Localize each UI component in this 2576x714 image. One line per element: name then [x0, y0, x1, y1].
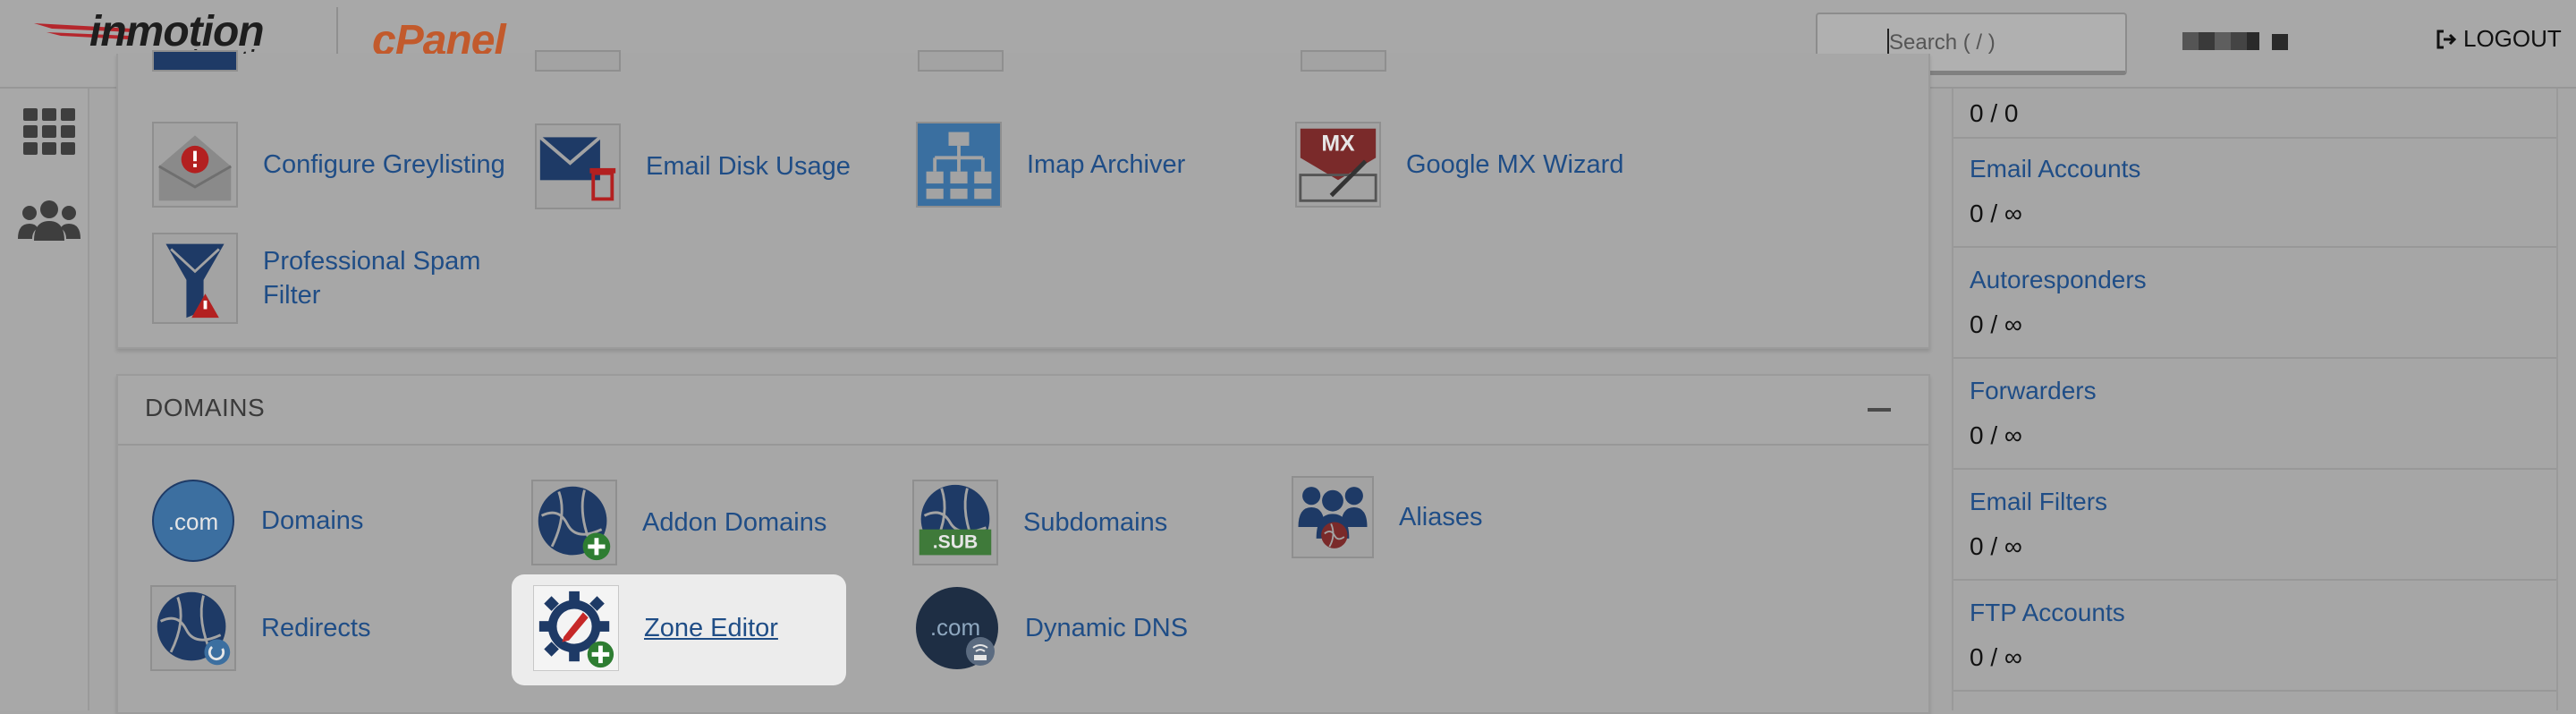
redirects-link[interactable]: Redirects — [150, 585, 371, 671]
collapse-icon[interactable] — [1868, 408, 1891, 412]
item-label: Professional Spam Filter — [263, 247, 481, 310]
dynamic-dns-icon: .com — [916, 587, 998, 669]
subdomains-link[interactable]: .SUB Subdomains — [912, 480, 1167, 565]
email-section-panel: Configure Greylisting Email Disk Usage I… — [116, 50, 1930, 349]
stat-value: 0 / ∞ — [1970, 421, 2022, 449]
imap-archiver-icon — [916, 122, 1002, 208]
cutoff-icon — [152, 50, 238, 72]
item-label: Configure Greylisting — [263, 150, 505, 179]
greylisting-icon — [152, 122, 238, 208]
cutoff-icon — [535, 50, 621, 72]
stat-name-link[interactable]: Autoresponders — [1970, 266, 2147, 294]
grid-apps-icon[interactable] — [23, 108, 75, 155]
cutoff-icon — [1301, 50, 1386, 72]
item-label: Dynamic DNS — [1025, 614, 1189, 642]
dynamic-dns-icon-text: .com — [930, 614, 980, 641]
stat-forwarders: Forwarders 0 / ∞ — [1953, 359, 2556, 470]
redirects-icon — [150, 585, 236, 671]
users-icon[interactable] — [18, 198, 80, 242]
stat-ftp-accounts: FTP Accounts 0 / ∞ — [1953, 581, 2556, 692]
google-mx-wizard-link[interactable]: MX Google MX Wizard — [1295, 122, 1623, 208]
stat-name-link[interactable]: Forwarders — [1970, 377, 2097, 405]
item-label: Google MX Wizard — [1406, 150, 1624, 179]
stat-value: 0 / ∞ — [1970, 643, 2022, 671]
stat-top-cutoff: 0 / 0 — [1953, 40, 2556, 139]
item-label: Email Disk Usage — [646, 152, 851, 181]
spam-filter-icon — [152, 233, 238, 324]
item-label: Redirects — [261, 614, 371, 642]
google-mx-wizard-icon: MX — [1295, 122, 1381, 208]
subdomains-icon: .SUB — [912, 480, 998, 565]
aliases-link[interactable]: Aliases — [1292, 476, 1483, 558]
item-label: Aliases — [1399, 503, 1483, 531]
item-label: Addon Domains — [642, 508, 827, 537]
imap-archiver-link[interactable]: Imap Archiver — [916, 122, 1185, 208]
stat-value: 0 / ∞ — [1970, 310, 2022, 338]
item-label: Domains — [261, 506, 364, 535]
item-label: Subdomains — [1023, 508, 1168, 537]
domains-section-header[interactable]: DOMAINS — [118, 376, 1928, 446]
stat-name-link[interactable]: Email Accounts — [1970, 155, 2140, 183]
section-title: DOMAINS — [145, 394, 266, 421]
mx-icon-text: MX — [1321, 132, 1355, 157]
stat-autoresponders: Autoresponders 0 / ∞ — [1953, 248, 2556, 359]
email-disk-usage-icon — [535, 123, 621, 209]
aliases-icon — [1292, 476, 1374, 558]
email-disk-usage-link[interactable]: Email Disk Usage — [535, 123, 851, 209]
stat-value: 0 / ∞ — [1970, 200, 2022, 227]
zone-editor-icon — [533, 585, 619, 671]
addon-domains-link[interactable]: Addon Domains — [531, 480, 826, 565]
statistics-column: 0 / 0 Email Accounts 0 / ∞ Autoresponder… — [1952, 89, 2558, 710]
stat-email-accounts: Email Accounts 0 / ∞ — [1953, 137, 2556, 248]
addon-domains-icon — [531, 480, 617, 565]
item-label: Zone Editor — [644, 614, 778, 642]
zone-editor-link[interactable]: Zone Editor — [533, 585, 778, 671]
left-nav-rail — [0, 89, 89, 710]
stat-value: 0 / 0 — [1970, 99, 2019, 127]
item-label: Imap Archiver — [1027, 150, 1186, 179]
domains-link[interactable]: .com Domains — [150, 478, 363, 564]
configure-greylisting-link[interactable]: Configure Greylisting — [152, 122, 505, 208]
subdomains-icon-text: .SUB — [933, 532, 978, 553]
domains-icon-text: .com — [168, 508, 218, 535]
cutoff-icon — [918, 50, 1004, 72]
dynamic-dns-link[interactable]: .com Dynamic DNS — [914, 585, 1188, 671]
stat-email-filters: Email Filters 0 / ∞ — [1953, 470, 2556, 581]
stat-name-link[interactable]: Email Filters — [1970, 488, 2107, 516]
professional-spam-filter-link[interactable]: Professional Spam Filter — [152, 233, 496, 324]
domains-icon: .com — [152, 480, 234, 562]
stat-name-link[interactable]: FTP Accounts — [1970, 599, 2125, 627]
stat-value: 0 / ∞ — [1970, 532, 2022, 560]
